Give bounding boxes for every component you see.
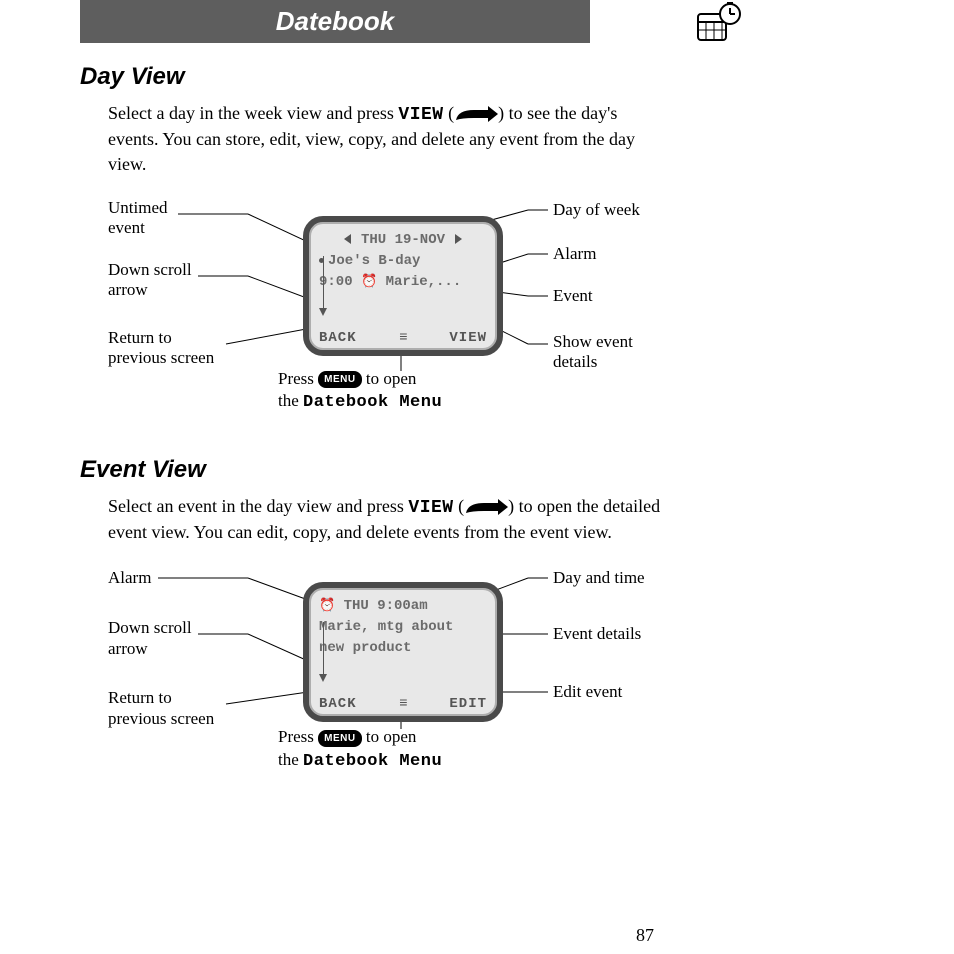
menu-button-icon: MENU bbox=[318, 371, 361, 388]
day-view-diagram: THU 19-NOV Joe's B-day 9:00 ⏰ Marie,... … bbox=[108, 196, 748, 436]
softkey-view: VIEW bbox=[449, 330, 487, 346]
event-view-body: Select an event in the day view and pres… bbox=[108, 494, 668, 545]
right-softkey-icon bbox=[454, 106, 498, 124]
event-view-heading: Event View bbox=[80, 456, 874, 484]
view-key-label: VIEW bbox=[408, 498, 453, 518]
event-view-caption: Press MENU to open the Datebook Menu bbox=[278, 726, 538, 772]
callout-alarm: Alarm bbox=[553, 244, 596, 264]
page-header: Datebook bbox=[80, 0, 874, 43]
right-softkey-icon bbox=[464, 499, 508, 517]
prev-day-icon bbox=[344, 234, 351, 244]
page-number: 87 bbox=[636, 925, 654, 946]
menu-icon: ≡ bbox=[399, 330, 406, 346]
softkey-edit: EDIT bbox=[449, 696, 487, 712]
screen-event2: 9:00 ⏰ Marie,... bbox=[319, 272, 487, 293]
callout-return: Return to previous screen bbox=[108, 328, 214, 369]
callout-downscroll: Down scroll arrow bbox=[108, 618, 192, 659]
day-view-heading: Day View bbox=[80, 63, 874, 91]
menu-button-icon: MENU bbox=[318, 730, 361, 747]
callout-dayofweek: Day of week bbox=[553, 200, 640, 220]
callout-downscroll: Down scroll arrow bbox=[108, 260, 192, 301]
callout-daytime: Day and time bbox=[553, 568, 645, 588]
callout-alarm: Alarm bbox=[108, 568, 151, 588]
softkey-back: BACK bbox=[319, 696, 357, 712]
view-key-label: VIEW bbox=[398, 105, 443, 125]
scroll-track bbox=[323, 256, 324, 308]
down-scroll-arrow-icon bbox=[319, 308, 327, 316]
softkey-back: BACK bbox=[319, 330, 357, 346]
screen-event1: Joe's B-day bbox=[319, 251, 487, 272]
alarm-icon: ⏰ bbox=[361, 274, 377, 289]
callout-showdetails: Show event details bbox=[553, 332, 633, 373]
callout-event: Event bbox=[553, 286, 593, 306]
callout-untimed: Untimed event bbox=[108, 198, 168, 239]
callout-edit: Edit event bbox=[553, 682, 622, 702]
day-view-body: Select a day in the week view and press … bbox=[108, 101, 668, 176]
screen-date-row: ⏰ THU 9:00am bbox=[319, 596, 487, 617]
scroll-track bbox=[323, 622, 324, 674]
calendar-clock-icon bbox=[694, 2, 744, 56]
callout-return: Return to previous screen bbox=[108, 688, 214, 729]
screen-date-row: THU 19-NOV bbox=[319, 230, 487, 251]
callout-details: Event details bbox=[553, 624, 641, 644]
header-title: Datebook bbox=[80, 0, 590, 43]
alarm-icon: ⏰ bbox=[319, 598, 335, 613]
down-scroll-arrow-icon bbox=[319, 674, 327, 682]
menu-icon: ≡ bbox=[399, 696, 406, 712]
screen-line3: new product bbox=[319, 638, 487, 659]
day-view-caption: Press MENU to open the Datebook Menu bbox=[278, 368, 538, 414]
next-day-icon bbox=[455, 234, 462, 244]
day-view-phone-screen: THU 19-NOV Joe's B-day 9:00 ⏰ Marie,... … bbox=[303, 216, 503, 356]
event-view-phone-screen: ⏰ THU 9:00am Marie, mtg about new produc… bbox=[303, 582, 503, 722]
screen-line2: Marie, mtg about bbox=[319, 617, 487, 638]
event-view-diagram: ⏰ THU 9:00am Marie, mtg about new produc… bbox=[108, 564, 748, 794]
